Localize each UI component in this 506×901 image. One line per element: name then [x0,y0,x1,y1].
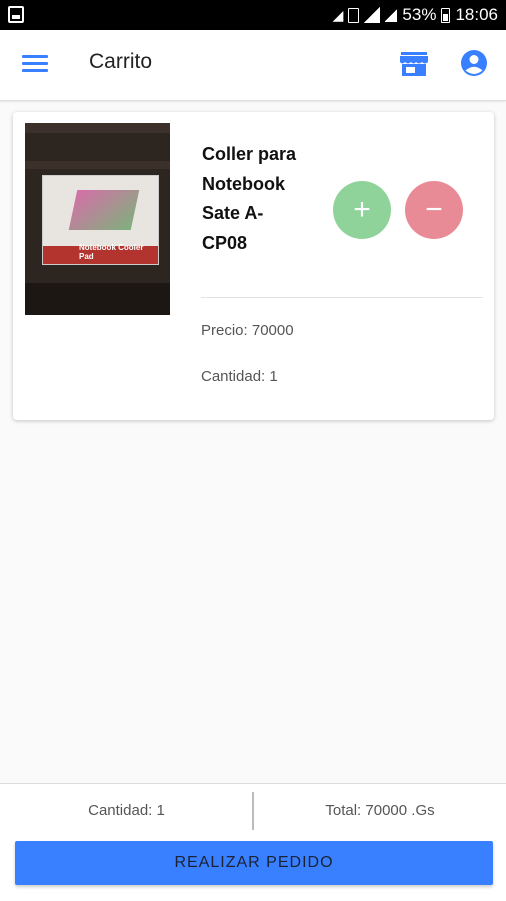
product-name: Coller para Notebook Sate A-CP08 [202,144,297,253]
cart-footer: Cantidad: 1 Total: 70000 .Gs REALIZAR PE… [0,783,506,901]
sim-icon [348,7,360,23]
product-price: Precio: 70000 [201,322,294,339]
place-order-button[interactable]: REALIZAR PEDIDO [15,841,493,885]
account-icon[interactable] [459,48,489,78]
store-icon[interactable] [398,47,430,79]
signal-2-icon [385,8,398,22]
add-quantity-button[interactable]: + [333,181,391,239]
status-bar: ◢ 53% 18:06 [0,0,506,30]
page-title: Carrito [89,50,153,73]
clock: 18:06 [455,5,498,24]
wifi-icon: ◢ [332,6,344,23]
menu-icon[interactable] [22,55,48,75]
divider [201,297,483,298]
status-icons: ◢ 53% 18:06 [333,0,498,30]
cart-item-card: Notebook Cooler Pad Coller para Notebook… [13,112,494,420]
total-quantity: Cantidad: 1 [88,802,165,819]
app-header: Carrito [0,30,506,101]
battery-icon [441,7,451,23]
battery-percent: 53% [402,5,437,24]
image-label: Notebook Cooler Pad [79,243,144,261]
total-amount: Total: 70000 .Gs [325,802,435,819]
product-quantity: Cantidad: 1 [201,368,278,385]
product-image: Notebook Cooler Pad [25,123,170,315]
signal-icon [364,7,381,23]
notification-icon [8,6,24,23]
remove-quantity-button[interactable]: − [405,181,463,239]
